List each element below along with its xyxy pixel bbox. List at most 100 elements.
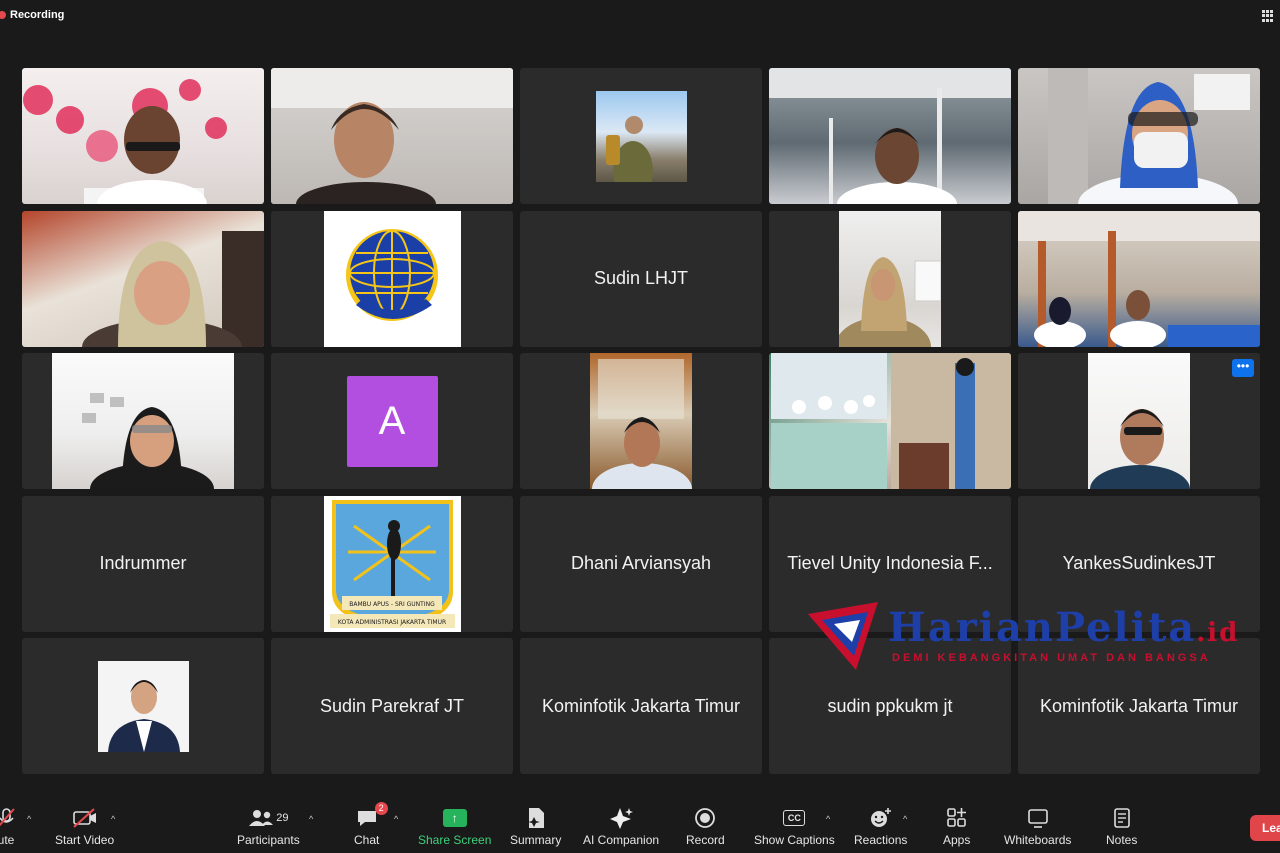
watermark-brand-name: HarianPelita [888,604,1197,651]
watermark-tld: .id [1196,618,1240,648]
tile-more-options-button[interactable]: ••• [1232,359,1254,377]
chat-bubble-icon [357,811,376,826]
participant-video [1018,68,1260,204]
profile-picture [97,660,189,752]
participant-video [769,68,1011,204]
participant-video [1018,210,1260,347]
participants-button[interactable]: 29 Participants [237,806,300,847]
profile-picture [595,90,687,182]
apps-button[interactable]: Apps [943,806,970,847]
gallery-view-icon[interactable] [1262,10,1274,22]
seal-motto-text: BAMBU APUS - SRI GUNTING [349,601,435,608]
share-screen-arrow-icon: ↑ [442,809,467,827]
notes-button[interactable]: Notes [1106,806,1137,847]
meeting-toolbar: ute ^ Start Video ^ 29 Participants ^ 2 … [0,800,1280,853]
reactions-smiley-icon [870,808,891,827]
ai-companion-button[interactable]: AI Companion [583,806,659,847]
captions-options-chevron-icon[interactable]: ^ [826,814,830,824]
participant-name: Kominfotik Jakarta Timur [541,695,741,716]
participant-video [22,68,264,204]
recording-dot-icon [0,11,6,19]
chat-unread-badge: 2 [374,802,388,815]
participant-tile[interactable] [769,353,1011,489]
share-screen-label: Share Screen [418,833,492,847]
participant-tile-active-speaker[interactable] [271,68,513,204]
record-label: Record [686,833,725,847]
watermark-tagline: DEMI KEBANGKITAN UMAT DAN BANGSA [892,652,1211,664]
share-screen-button[interactable]: ↑ Share Screen [418,806,491,847]
show-captions-button[interactable]: CC Show Captions [754,806,835,847]
participant-tile[interactable]: Sudin LHJT [520,210,762,347]
apps-label: Apps [943,833,971,847]
mute-label: ute [0,833,15,847]
summary-label: Summary [510,833,562,847]
recording-label: Recording [10,9,65,21]
leave-button[interactable]: Leave [1250,815,1280,841]
participant-tile[interactable] [271,210,513,347]
participant-video [1088,353,1190,489]
closed-captions-icon: CC [783,810,806,826]
participant-video [590,353,692,489]
seal-city-text: KOTA ADMINISTRASI JAKARTA TIMUR [337,619,445,626]
participant-tile[interactable]: Dhani Arviansyah [520,495,762,632]
start-video-button[interactable]: Start Video [55,806,114,847]
reactions-options-chevron-icon[interactable]: ^ [903,814,907,824]
participant-tile[interactable] [1018,68,1260,204]
participant-video [839,210,941,347]
chat-options-chevron-icon[interactable]: ^ [394,814,398,824]
globe-logo-icon [346,228,438,321]
harianpelita-watermark: HarianPelita.id DEMI KEBANGKITAN UMAT DA… [806,600,1246,672]
video-options-chevron-icon[interactable]: ^ [111,814,115,824]
audio-options-chevron-icon[interactable]: ^ [27,814,31,824]
ai-companion-label: AI Companion [583,833,660,847]
microphone-muted-icon [0,808,15,827]
video-camera-off-icon [72,808,96,828]
jakarta-timur-seal-icon: BAMBU APUS - SRI GUNTING KOTA ADMINISTRA… [329,499,455,628]
whiteboard-icon [1027,809,1048,828]
participant-avatar: A [346,375,438,467]
summary-button[interactable]: Summary [510,806,561,847]
participant-tile[interactable] [1018,210,1260,347]
whiteboards-label: Whiteboards [1004,833,1072,847]
participant-name: Tievel Unity Indonesia F... [787,553,993,573]
participant-name: Indrummer [99,553,187,573]
participants-options-chevron-icon[interactable]: ^ [309,814,313,824]
participant-tile[interactable]: A [271,353,513,489]
participant-tile[interactable] [769,210,1011,347]
record-icon [695,808,716,828]
recording-indicator[interactable]: Recording [0,9,64,21]
notes-icon [1113,808,1130,828]
chat-button[interactable]: 2 Chat [354,802,388,847]
participant-video [271,68,513,204]
participant-tile[interactable] [22,210,264,347]
reactions-button[interactable]: Reactions [854,806,907,847]
participant-tile[interactable]: BAMBU APUS - SRI GUNTING KOTA ADMINISTRA… [271,495,513,632]
participant-name: Kominfotik Jakarta Timur [1039,695,1239,716]
record-button[interactable]: Record [686,806,725,847]
participant-tile[interactable]: Kominfotik Jakarta Timur [520,638,762,774]
participant-tile[interactable]: Sudin Parekraf JT [271,638,513,774]
meeting-top-bar: Recording [0,0,1280,34]
participant-name: Dhani Arviansyah [570,553,712,573]
participant-tile[interactable] [22,68,264,204]
participant-name: Sudin LHJT [593,268,689,288]
participant-tile[interactable] [22,638,264,774]
participants-icon [249,810,274,826]
participants-label: Participants [237,833,300,847]
participant-tile[interactable] [22,353,264,489]
apps-grid-icon [946,808,966,827]
participant-name: sudin ppkukm jt [827,695,953,716]
participant-tile[interactable] [520,68,762,204]
participant-tile[interactable]: ••• [1018,353,1260,489]
seal-logo-picture: BAMBU APUS - SRI GUNTING KOTA ADMINISTRA… [323,495,461,632]
participant-tile[interactable]: Indrummer [22,495,264,632]
mute-button[interactable]: ute [0,806,16,847]
avatar-initial: A [378,398,406,443]
participant-tile[interactable] [520,353,762,489]
whiteboards-button[interactable]: Whiteboards [1004,806,1071,847]
participants-count: 29 [276,812,289,824]
start-video-label: Start Video [55,833,115,847]
reactions-label: Reactions [854,833,908,847]
participant-tile[interactable] [769,68,1011,204]
participant-name: Sudin Parekraf JT [319,695,465,716]
